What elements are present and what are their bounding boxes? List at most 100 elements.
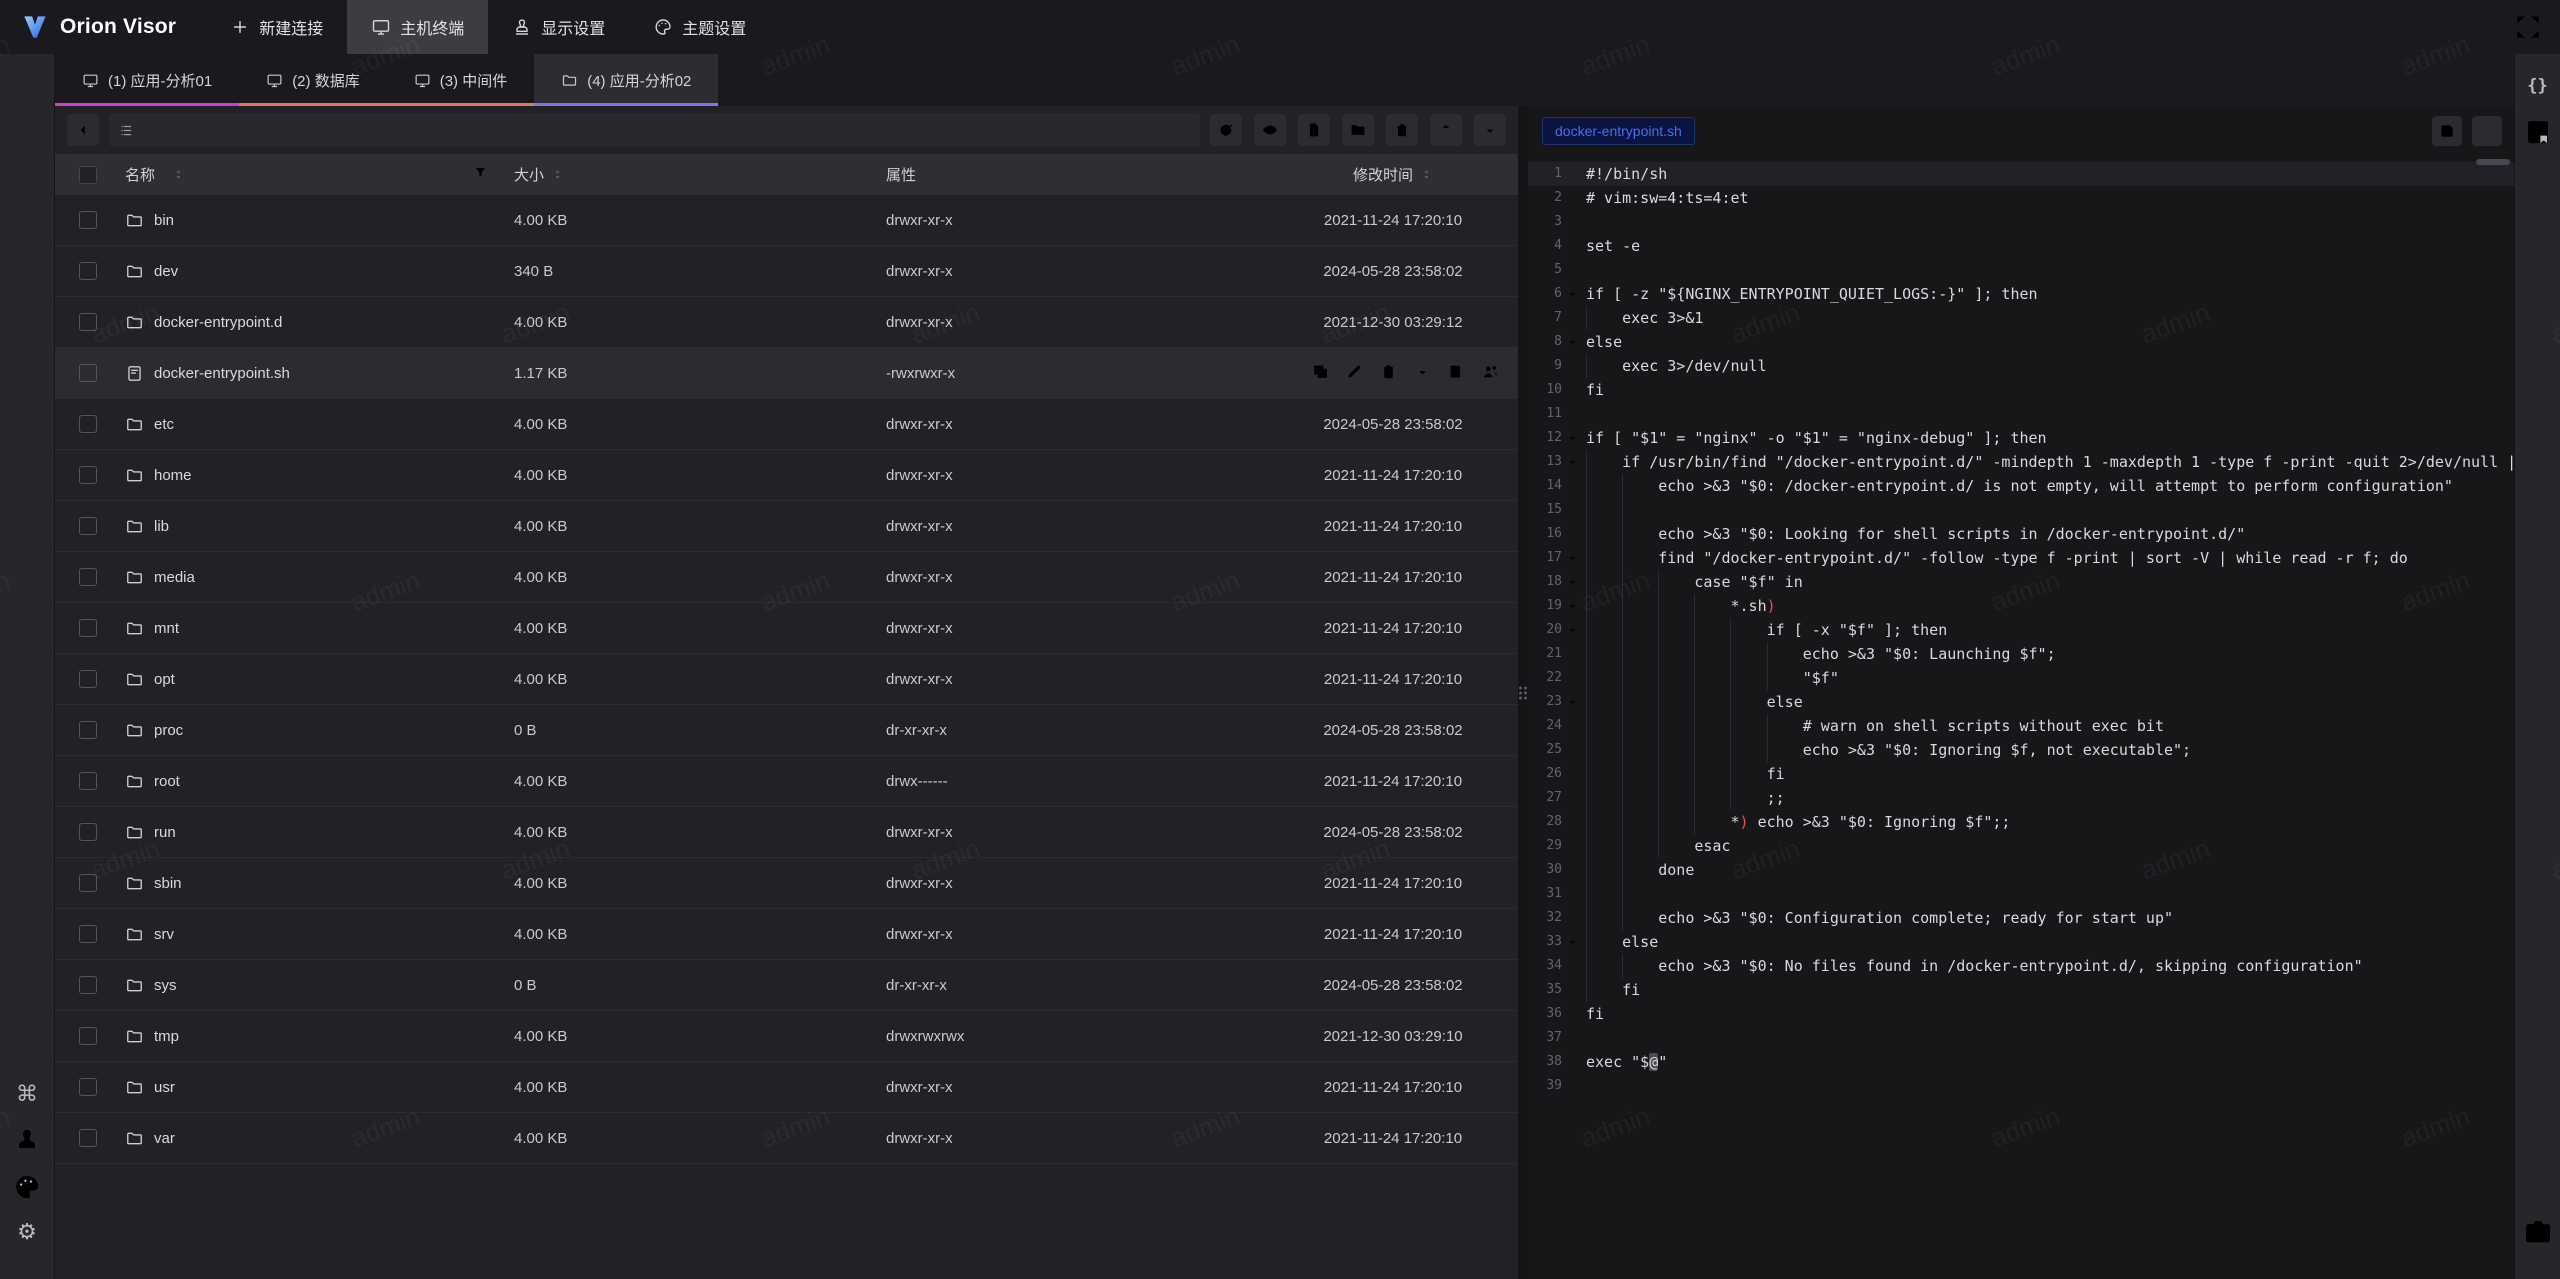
nav-item[interactable]: 新建连接: [206, 0, 347, 54]
fold-toggle-icon[interactable]: [1562, 330, 1582, 354]
code-line[interactable]: 28 *) echo >&3 "$0: Ignoring $f";;: [1528, 810, 2514, 834]
code-line[interactable]: 27 ;;: [1528, 786, 2514, 810]
sort-name-icon[interactable]: [172, 168, 185, 181]
table-row[interactable]: proc0 Bdr-xr-xr-x2024-05-28 23:58:02: [55, 705, 1518, 756]
add-tab-button[interactable]: [718, 54, 754, 106]
code-line[interactable]: 24 # warn on shell scripts without exec …: [1528, 714, 2514, 738]
code-line[interactable]: 32 echo >&3 "$0: Configuration complete;…: [1528, 906, 2514, 930]
code-line[interactable]: 14 echo >&3 "$0: /docker-entrypoint.d/ i…: [1528, 474, 2514, 498]
table-row[interactable]: run4.00 KBdrwxr-xr-x2024-05-28 23:58:02: [55, 807, 1518, 858]
code-line[interactable]: 29 esac: [1528, 834, 2514, 858]
code-line[interactable]: 10fi: [1528, 378, 2514, 402]
row-checkbox[interactable]: [79, 976, 97, 994]
sort-size-icon[interactable]: [551, 168, 564, 181]
fold-toggle-icon[interactable]: [1562, 546, 1582, 570]
nav-item[interactable]: 显示设置: [488, 0, 629, 54]
close-tabs-button[interactable]: [2462, 54, 2514, 86]
code-line[interactable]: 1#!/bin/sh: [1528, 162, 2514, 186]
fold-toggle-icon[interactable]: [1562, 690, 1582, 714]
table-row[interactable]: dev340 Bdrwxr-xr-x2024-05-28 23:58:02: [55, 246, 1518, 297]
save-file-button[interactable]: [2432, 116, 2462, 146]
eye-button[interactable]: [1254, 114, 1286, 146]
code-line[interactable]: 2# vim:sw=4:ts=4:et: [1528, 186, 2514, 210]
file-bookmark-icon[interactable]: [2522, 116, 2554, 148]
delete-button[interactable]: [1386, 114, 1418, 146]
code-line[interactable]: 34 echo >&3 "$0: No files found in /dock…: [1528, 954, 2514, 978]
nav-item[interactable]: 主题设置: [629, 0, 770, 54]
row-checkbox[interactable]: [79, 517, 97, 535]
code-line[interactable]: 19 *.sh): [1528, 594, 2514, 618]
camera-icon[interactable]: [2522, 1215, 2554, 1247]
code-line[interactable]: 9 exec 3>/dev/null: [1528, 354, 2514, 378]
table-row[interactable]: docker-entrypoint.sh1.17 KB-rwxrwxr-x: [55, 348, 1518, 399]
code-line[interactable]: 31: [1528, 882, 2514, 906]
code-line[interactable]: 13 if /usr/bin/find "/docker-entrypoint.…: [1528, 450, 2514, 474]
fold-toggle-icon[interactable]: [1562, 930, 1582, 954]
plus-icon[interactable]: [11, 70, 43, 102]
table-row[interactable]: media4.00 KBdrwxr-xr-x2021-11-24 17:20:1…: [55, 552, 1518, 603]
code-line[interactable]: 35 fi: [1528, 978, 2514, 1002]
code-line[interactable]: 12if [ "$1" = "nginx" -o "$1" = "nginx-d…: [1528, 426, 2514, 450]
table-row[interactable]: opt4.00 KBdrwxr-xr-x2021-11-24 17:20:10: [55, 654, 1518, 705]
panel-resize-handle[interactable]: [1518, 106, 1528, 1279]
code-line[interactable]: 18 case "$f" in: [1528, 570, 2514, 594]
code-line[interactable]: 4set -e: [1528, 234, 2514, 258]
code-line[interactable]: 15: [1528, 498, 2514, 522]
permission-icon[interactable]: [1481, 362, 1500, 385]
code-line[interactable]: 39: [1528, 1074, 2514, 1098]
terminal-tab[interactable]: (4) 应用-分析02: [534, 54, 718, 106]
close-editor-button[interactable]: [2472, 116, 2502, 146]
download-icon[interactable]: [1413, 362, 1432, 385]
open-file-tag[interactable]: docker-entrypoint.sh: [1542, 117, 1695, 145]
row-checkbox[interactable]: [79, 670, 97, 688]
row-checkbox[interactable]: [79, 211, 97, 229]
code-line[interactable]: 26 fi: [1528, 762, 2514, 786]
fullscreen-button[interactable]: [2512, 11, 2544, 43]
fold-toggle-icon[interactable]: [1562, 450, 1582, 474]
row-checkbox[interactable]: [79, 466, 97, 484]
terminal-tab[interactable]: (1) 应用-分析01: [55, 54, 239, 106]
sort-modified-icon[interactable]: [1420, 168, 1433, 181]
row-checkbox[interactable]: [79, 313, 97, 331]
table-row[interactable]: tmp4.00 KBdrwxrwxrwx2021-12-30 03:29:10: [55, 1011, 1518, 1062]
nav-item[interactable]: 主机终端: [347, 0, 488, 54]
table-row[interactable]: sbin4.00 KBdrwxr-xr-x2021-11-24 17:20:10: [55, 858, 1518, 909]
palette-icon[interactable]: [11, 1171, 43, 1203]
table-row[interactable]: root4.00 KBdrwx------2021-11-24 17:20:10: [55, 756, 1518, 807]
download-button[interactable]: [1474, 114, 1506, 146]
move-icon[interactable]: [1447, 362, 1466, 385]
code-area[interactable]: 1#!/bin/sh2# vim:sw=4:ts=4:et34set -e56i…: [1528, 156, 2514, 1279]
row-checkbox[interactable]: [79, 568, 97, 586]
code-line[interactable]: 38exec "$@": [1528, 1050, 2514, 1074]
code-line[interactable]: 16 echo >&3 "$0: Looking for shell scrip…: [1528, 522, 2514, 546]
row-checkbox[interactable]: [79, 262, 97, 280]
path-input[interactable]: [109, 113, 1200, 147]
fold-toggle-icon[interactable]: [1562, 426, 1582, 450]
code-line[interactable]: 23 else: [1528, 690, 2514, 714]
code-line[interactable]: 30 done: [1528, 858, 2514, 882]
row-checkbox[interactable]: [79, 823, 97, 841]
row-checkbox[interactable]: [79, 619, 97, 637]
fold-toggle-icon[interactable]: [1562, 618, 1582, 642]
code-line[interactable]: 22 "$f": [1528, 666, 2514, 690]
command-icon[interactable]: ⌘: [11, 1079, 43, 1111]
fold-toggle-icon[interactable]: [1562, 570, 1582, 594]
code-line[interactable]: 25 echo >&3 "$0: Ignoring $f, not execut…: [1528, 738, 2514, 762]
braces-icon[interactable]: {}: [2522, 70, 2554, 102]
table-row[interactable]: bin4.00 KBdrwxr-xr-x2021-11-24 17:20:10: [55, 195, 1518, 246]
gear-icon[interactable]: ⚙: [11, 1217, 43, 1249]
table-row[interactable]: docker-entrypoint.d4.00 KBdrwxr-xr-x2021…: [55, 297, 1518, 348]
fold-toggle-icon[interactable]: [1562, 594, 1582, 618]
copy-icon[interactable]: [1311, 362, 1330, 385]
code-line[interactable]: 20 if [ -x "$f" ]; then: [1528, 618, 2514, 642]
table-row[interactable]: mnt4.00 KBdrwxr-xr-x2021-11-24 17:20:10: [55, 603, 1518, 654]
table-row[interactable]: home4.00 KBdrwxr-xr-x2021-11-24 17:20:10: [55, 450, 1518, 501]
row-checkbox[interactable]: [79, 874, 97, 892]
table-row[interactable]: srv4.00 KBdrwxr-xr-x2021-11-24 17:20:10: [55, 909, 1518, 960]
new-file-button[interactable]: [1298, 114, 1330, 146]
code-line[interactable]: 5: [1528, 258, 2514, 282]
row-checkbox[interactable]: [79, 1129, 97, 1147]
row-checkbox[interactable]: [79, 415, 97, 433]
select-all-checkbox[interactable]: [79, 166, 97, 184]
column-name-label[interactable]: 名称: [125, 164, 155, 185]
